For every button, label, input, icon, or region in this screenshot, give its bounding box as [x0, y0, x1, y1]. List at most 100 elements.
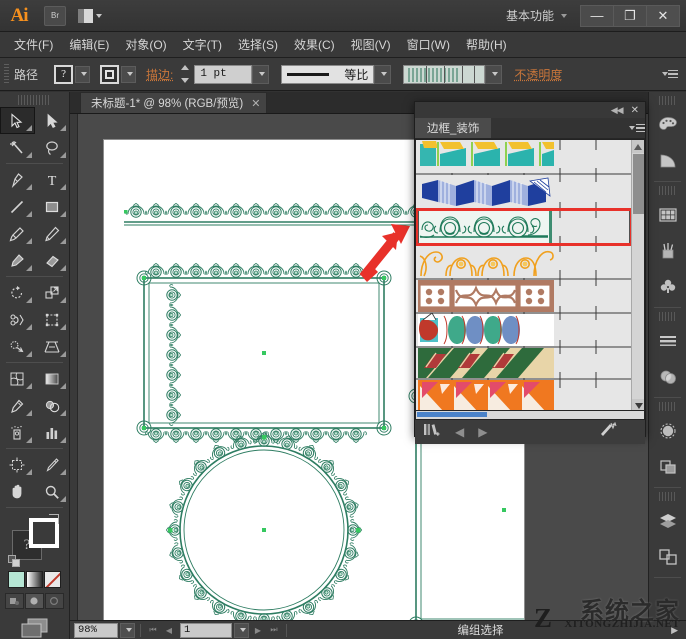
stroke-weight-chevron-down-icon[interactable] [252, 64, 270, 84]
profile-chevron-down-icon[interactable] [374, 64, 392, 84]
dock-stroke-panel[interactable] [649, 323, 686, 359]
dock-grip-1[interactable] [659, 96, 676, 105]
close-panel-icon[interactable]: ✕ [631, 105, 639, 116]
eraser-tool[interactable] [35, 247, 70, 274]
dock-brushes-panel[interactable] [649, 233, 686, 269]
zoom-level-chevron-down-icon[interactable] [120, 622, 135, 638]
zoom-level-input[interactable]: 98% [74, 622, 118, 638]
line-segment-tool[interactable] [0, 193, 35, 220]
dock-artboards-panel[interactable] [649, 539, 686, 575]
document-tab[interactable]: 未标题-1* @ 98% (RGB/预览) ✕ [80, 92, 268, 113]
stroke-weight-label[interactable]: 描边: [146, 66, 173, 83]
symbol-sprayer-tool[interactable] [0, 419, 35, 446]
menu-type[interactable]: 文字(T) [175, 33, 230, 56]
scrollbar-thumb[interactable] [633, 154, 644, 214]
dock-grip-2[interactable] [659, 186, 676, 195]
menu-view[interactable]: 视图(V) [343, 33, 399, 56]
mesh-tool[interactable] [0, 365, 35, 392]
dock-grip-4[interactable] [659, 402, 676, 411]
dock-symbols-panel[interactable] [649, 269, 686, 305]
width-tool[interactable] [0, 306, 35, 333]
panel-tab-border-decoration[interactable]: 边框_装饰 [415, 118, 492, 138]
menu-effect[interactable]: 效果(C) [286, 33, 343, 56]
color-mode-gradient-button[interactable] [26, 571, 43, 588]
last-artboard-button[interactable]: ⏭ [267, 623, 281, 638]
lasso-tool[interactable] [35, 134, 70, 161]
fill-swatch-chevron-down-icon[interactable] [75, 65, 91, 83]
opacity-label[interactable]: 不透明度 [514, 66, 562, 83]
maximize-button[interactable]: ❐ [613, 4, 647, 27]
tools-panel-grip[interactable] [18, 95, 51, 105]
symbol-list[interactable] [415, 139, 645, 411]
default-fill-stroke-icon[interactable] [8, 555, 21, 568]
rotate-tool[interactable] [0, 279, 35, 306]
pencil-tool[interactable] [35, 220, 70, 247]
symbol-list-scrollbar[interactable] [631, 140, 644, 410]
perspective-grid-tool[interactable] [35, 333, 70, 360]
hscrollbar-thumb[interactable] [417, 412, 487, 417]
paintbrush-tool[interactable] [0, 220, 35, 247]
scale-tool[interactable] [35, 279, 70, 306]
menu-select[interactable]: 选择(S) [230, 33, 286, 56]
color-mode-color-button[interactable] [8, 571, 25, 588]
slice-tool[interactable] [35, 451, 70, 478]
stroke-swatch-chevron-down-icon[interactable] [121, 65, 137, 83]
dock-grip-3[interactable] [659, 312, 676, 321]
stroke-swatch-button[interactable] [100, 64, 120, 84]
menu-window[interactable]: 窗口(W) [399, 33, 458, 56]
panel-title-bar[interactable]: ◀◀ ✕ [415, 102, 645, 118]
dock-swatches-panel[interactable] [649, 197, 686, 233]
symbol-list-hscrollbar[interactable] [415, 411, 645, 420]
zoom-tool[interactable] [35, 478, 70, 505]
symbol-library-panel[interactable]: ◀◀ ✕ 边框_装饰 ◀ ▶ [414, 101, 646, 444]
menu-edit[interactable]: 编辑(E) [61, 33, 117, 56]
first-artboard-button[interactable]: ⏮ [146, 623, 160, 638]
previous-library-button[interactable]: ◀ [455, 425, 464, 439]
delete-symbol-icon[interactable] [599, 421, 617, 443]
artboard-number-input[interactable]: 1 [180, 622, 232, 638]
stroke-weight-stepper[interactable] [181, 65, 192, 83]
previous-artboard-button[interactable]: ◀ [162, 623, 176, 638]
dock-color-panel[interactable] [649, 107, 686, 143]
workspace-chevron-down-icon[interactable] [561, 13, 567, 18]
draw-behind-mode-button[interactable] [25, 593, 44, 609]
dock-color-guide-panel[interactable] [649, 143, 686, 179]
free-transform-tool[interactable] [35, 306, 70, 333]
status-expand-icon[interactable]: ▶ [671, 625, 678, 636]
panel-options-icon[interactable] [625, 118, 645, 138]
artboard-tool[interactable] [0, 451, 35, 478]
dock-grip-5[interactable] [659, 492, 676, 501]
shape-builder-tool[interactable] [0, 333, 35, 360]
stroke-weight-input[interactable]: 1 pt [194, 64, 253, 84]
direct-selection-tool[interactable] [35, 107, 70, 134]
draw-inside-mode-button[interactable] [45, 593, 64, 609]
scroll-up-icon[interactable] [632, 140, 644, 153]
scroll-down-icon[interactable] [632, 399, 644, 410]
menu-file[interactable]: 文件(F) [6, 33, 61, 56]
workspace-label[interactable]: 基本功能 [506, 7, 554, 24]
document-tab-close-icon[interactable]: ✕ [251, 97, 260, 110]
arrange-documents-icon[interactable] [78, 6, 104, 26]
draw-normal-mode-button[interactable] [5, 593, 24, 609]
selection-tool[interactable] [0, 107, 35, 134]
screen-mode-button[interactable] [0, 617, 69, 639]
symbol-thumbnails[interactable] [416, 140, 634, 411]
blob-brush-tool[interactable] [0, 247, 35, 274]
gradient-tool[interactable] [35, 365, 70, 392]
dock-appearance-panel[interactable] [649, 413, 686, 449]
bridge-icon[interactable]: Br [44, 5, 66, 26]
close-button[interactable]: ✕ [646, 4, 680, 27]
rectangle-tool[interactable] [35, 193, 70, 220]
dock-graphic-styles-panel[interactable] [649, 449, 686, 485]
blend-tool[interactable] [35, 392, 70, 419]
fill-stroke-control[interactable]: ? [8, 514, 61, 568]
color-mode-none-button[interactable] [44, 571, 61, 588]
swap-fill-stroke-icon[interactable] [49, 514, 59, 524]
next-library-button[interactable]: ▶ [478, 425, 487, 439]
minimize-button[interactable]: — [580, 4, 614, 27]
brush-chevron-down-icon[interactable] [485, 64, 503, 84]
status-indicator-text[interactable]: 编组选择 [292, 622, 669, 638]
menu-object[interactable]: 对象(O) [117, 33, 174, 56]
menu-help[interactable]: 帮助(H) [458, 33, 515, 56]
eyedropper-tool[interactable] [0, 392, 35, 419]
